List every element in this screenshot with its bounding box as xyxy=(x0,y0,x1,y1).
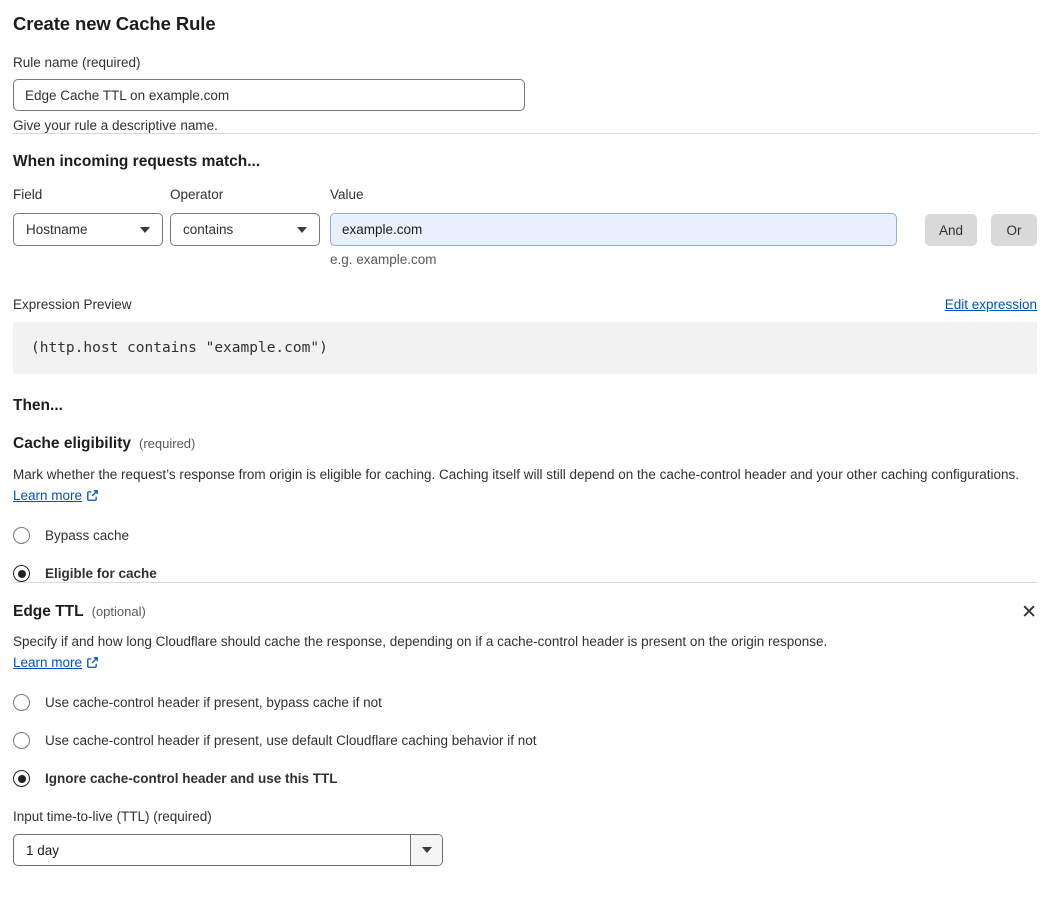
then-heading: Then... xyxy=(13,397,63,414)
page-title: Create new Cache Rule xyxy=(13,13,216,34)
create-cache-rule-form: Create new Cache Rule Rule name (require… xyxy=(0,13,1058,866)
section-divider xyxy=(13,582,1037,583)
radio-option-bypass-cache[interactable]: Bypass cache xyxy=(13,527,1037,544)
radio-checked-icon xyxy=(13,770,30,787)
chevron-down-icon xyxy=(421,847,432,853)
cache-eligibility-required-badge: (required) xyxy=(139,436,196,451)
edit-expression-link[interactable]: Edit expression xyxy=(945,297,1037,312)
condition-row: Field Hostname Operator contains Value A… xyxy=(13,187,1037,246)
or-button[interactable]: Or xyxy=(991,214,1037,246)
edge-ttl-learn-more-link[interactable]: Learn more xyxy=(13,655,82,670)
expression-code: (http.host contains "example.com") xyxy=(31,340,328,356)
field-label: Field xyxy=(13,187,43,202)
field-select[interactable]: Hostname xyxy=(13,213,163,246)
ttl-select-value: 1 day xyxy=(26,842,60,858)
ttl-select[interactable]: 1 day xyxy=(13,834,443,866)
radio-option-ignore-header-use-ttl[interactable]: Ignore cache-control header and use this… xyxy=(13,770,1037,787)
section-divider xyxy=(13,133,1037,134)
expression-preview-label: Expression Preview xyxy=(13,297,132,312)
operator-label: Operator xyxy=(170,187,224,202)
value-label: Value xyxy=(330,187,364,202)
match-heading: When incoming requests match... xyxy=(13,153,261,170)
rule-name-input[interactable] xyxy=(13,79,525,111)
ttl-dropdown-button[interactable] xyxy=(410,835,442,865)
radio-checked-icon xyxy=(13,565,30,582)
edge-ttl-heading: Edge TTL xyxy=(13,603,84,620)
operator-select[interactable]: contains xyxy=(170,213,320,246)
rule-name-label: Rule name (required) xyxy=(13,55,141,70)
close-icon[interactable]: ✕ xyxy=(1021,603,1037,622)
operator-select-value: contains xyxy=(183,222,234,237)
radio-unchecked-icon xyxy=(13,527,30,544)
cache-eligibility-heading: Cache eligibility xyxy=(13,435,132,452)
rule-name-help: Give your rule a descriptive name. xyxy=(13,118,218,133)
cache-eligibility-learn-more-link[interactable]: Learn more xyxy=(13,488,82,503)
ttl-label: Input time-to-live (TTL) (required) xyxy=(13,809,212,824)
field-select-value: Hostname xyxy=(26,222,88,237)
value-hint: e.g. example.com xyxy=(330,252,437,267)
radio-option-use-header-default[interactable]: Use cache-control header if present, use… xyxy=(13,732,1037,749)
edge-ttl-optional-badge: (optional) xyxy=(91,604,146,619)
radio-unchecked-icon xyxy=(13,694,30,711)
expression-code-block: (http.host contains "example.com") xyxy=(13,322,1037,374)
radio-option-use-header-bypass[interactable]: Use cache-control header if present, byp… xyxy=(13,694,1037,711)
external-link-icon xyxy=(86,654,99,675)
radio-option-eligible-for-cache[interactable]: Eligible for cache xyxy=(13,565,1037,582)
chevron-down-icon xyxy=(297,226,307,233)
and-button[interactable]: And xyxy=(924,214,977,246)
chevron-down-icon xyxy=(140,226,150,233)
external-link-icon xyxy=(86,487,99,508)
value-input[interactable] xyxy=(330,213,897,246)
edge-ttl-description: Specify if and how long Cloudflare shoul… xyxy=(13,631,851,675)
radio-unchecked-icon xyxy=(13,732,30,749)
cache-eligibility-description: Mark whether the request’s response from… xyxy=(13,464,1037,508)
